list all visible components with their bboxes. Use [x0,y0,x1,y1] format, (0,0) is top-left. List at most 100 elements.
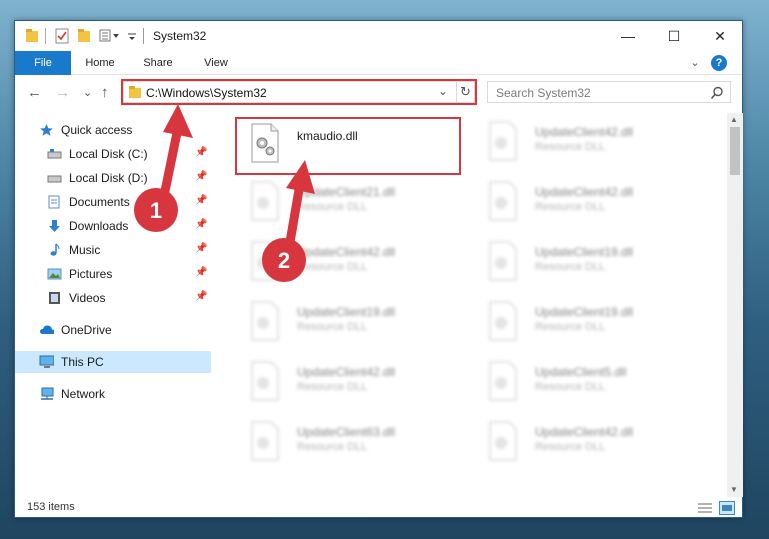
nav-item-downloads[interactable]: Downloads 📌 [15,215,211,237]
file-highlight [235,117,461,175]
star-icon [40,124,53,136]
tab-file[interactable]: File [15,51,71,75]
nav-item-local-disk-d[interactable]: Local Disk (D:) 📌 [15,167,211,189]
file-item[interactable]: UpdateClient5.dll Resource DLL [475,357,705,409]
new-folder-icon[interactable] [77,28,91,44]
nav-label: Local Disk (C:) [69,147,148,161]
qa-divider [45,28,46,44]
file-item[interactable]: UpdateClient42.dll Resource DLL [475,117,705,169]
dll-gear-icon [489,421,517,461]
documents-icon [48,195,60,209]
dll-gear-icon [251,421,279,461]
dll-gear-icon [251,301,279,341]
search-input[interactable]: Search System32 [496,86,591,100]
file-type: Resource DLL [297,261,368,273]
tab-home[interactable]: Home [77,51,123,75]
search-box[interactable]: Search System32 [487,81,731,103]
drive-icon [47,175,62,183]
nav-label: Local Disk (D:) [69,171,148,185]
file-type: Resource DLL [535,141,606,153]
navigation-pane: Quick access Local Disk (C:) 📌 Local Dis… [15,113,211,497]
dll-gear-icon [489,181,517,221]
dll-gear-icon [251,241,279,281]
pin-icon: 📌 [195,291,208,302]
nav-item-videos[interactable]: Videos 📌 [15,287,211,309]
downloads-icon [49,220,60,232]
recent-locations-button[interactable]: ⌄ [83,85,92,101]
file-item[interactable]: UpdateClient19.dll Resource DLL [237,297,467,349]
file-item[interactable]: UpdateClient63.dll Resource DLL [237,417,467,469]
dll-gear-icon [489,121,517,161]
nav-item-local-disk-c[interactable]: Local Disk (C:) 📌 [15,143,211,165]
nav-item-quick-access[interactable]: Quick access [15,119,211,141]
minimize-button[interactable]: — [605,21,651,51]
network-icon [41,387,54,400]
status-bar: 153 items [15,497,742,519]
file-name: UpdateClient42.dll [535,125,634,139]
nav-item-music[interactable]: Music 📌 [15,239,211,261]
dll-gear-icon [489,241,517,281]
file-name: UpdateClient21.dll [297,185,396,199]
scrollbar-thumb[interactable] [730,127,740,175]
file-type: Resource DLL [535,381,606,393]
drive-icon [47,149,62,159]
file-name: UpdateClient42.dll [297,245,396,259]
nav-item-this-pc[interactable]: This PC [15,351,211,373]
nav-item-pictures[interactable]: Pictures 📌 [15,263,211,285]
file-type: Resource DLL [297,381,368,393]
nav-item-network[interactable]: Network [15,383,211,405]
file-type: Resource DLL [297,441,368,453]
file-item[interactable]: UpdateClient19.dll Resource DLL [475,297,705,349]
pin-icon: 📌 [195,147,208,158]
file-item[interactable]: UpdateClient19.dll Resource DLL [475,237,705,289]
folder-icon [26,29,38,42]
properties-icon[interactable] [55,28,69,44]
file-type: Resource DLL [297,321,368,333]
expand-ribbon-icon[interactable]: ⌄ [685,51,705,75]
file-item[interactable]: UpdateClient42.dll Resource DLL [475,417,705,469]
computer-icon [39,355,54,368]
nav-item-onedrive[interactable]: OneDrive [15,319,211,341]
title-bar: System32 — ☐ ✕ [15,21,742,51]
help-icon[interactable]: ? [711,55,727,71]
file-name: UpdateClient19.dll [535,305,634,319]
nav-label: Videos [69,291,106,305]
scroll-down-icon[interactable]: ▼ [730,485,738,494]
customize-qa-icon[interactable] [99,28,121,44]
up-button[interactable]: ↑ [101,85,109,101]
nav-label: Documents [69,195,130,209]
pictures-icon [47,268,62,280]
details-view-icon[interactable] [697,502,713,514]
explorer-window: System32 — ☐ ✕ File Home Share View ⌄ ? … [14,20,743,518]
nav-item-documents[interactable]: Documents 📌 [15,191,211,213]
pin-icon: 📌 [195,267,208,278]
cloud-icon [40,325,54,334]
file-item[interactable]: UpdateClient42.dll Resource DLL [237,357,467,409]
file-item[interactable]: UpdateClient21.dll Resource DLL [237,177,467,229]
file-name: UpdateClient19.dll [297,305,396,319]
large-icons-view-icon[interactable] [719,501,735,515]
nav-label: Music [69,243,101,257]
file-name: UpdateClient19.dll [535,245,634,259]
nav-label: Network [61,387,106,401]
file-type: Resource DLL [535,261,606,273]
vertical-scrollbar[interactable]: ▲ ▼ [727,113,743,497]
scroll-up-icon[interactable]: ▲ [730,115,738,124]
tab-share[interactable]: Share [135,51,181,75]
dll-gear-icon [489,301,517,341]
close-button[interactable]: ✕ [697,21,743,51]
qa-dropdown-icon[interactable] [127,28,137,44]
file-type: Resource DLL [535,321,606,333]
file-name: UpdateClient5.dll [535,365,627,379]
back-button[interactable]: ← [27,85,42,101]
search-icon[interactable] [710,86,724,100]
file-item[interactable]: UpdateClient42.dll Resource DLL [475,177,705,229]
title-divider [143,28,144,44]
nav-label: Downloads [69,219,129,233]
file-item[interactable]: UpdateClient42.dll Resource DLL [237,237,467,289]
tab-view[interactable]: View [193,51,239,75]
maximize-button[interactable]: ☐ [651,21,697,51]
file-type: Resource DLL [297,201,368,213]
dll-gear-icon [251,181,279,221]
forward-button[interactable]: → [55,85,70,101]
